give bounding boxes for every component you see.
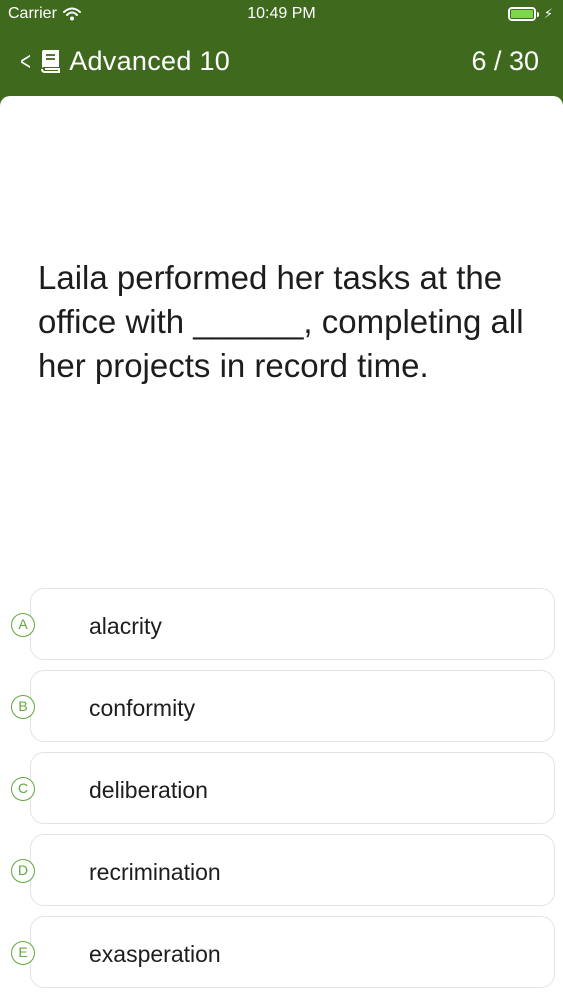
option-letter-badge: B	[11, 695, 35, 719]
option-b-button[interactable]: conformity	[30, 670, 555, 742]
option-label: deliberation	[89, 777, 208, 803]
status-right: ⚡	[507, 6, 553, 22]
nav-title: Advanced 10	[69, 46, 231, 76]
option-a-button[interactable]: alacrity	[30, 588, 555, 660]
option-label: conformity	[89, 695, 196, 721]
status-bar: Carrier 10:49 PM ⚡	[0, 0, 563, 30]
option-letter-badge: E	[11, 941, 35, 965]
option-label: recrimination	[89, 859, 221, 885]
chevron-left-icon[interactable]: <	[20, 46, 31, 76]
option-label: exasperation	[89, 941, 221, 967]
bolt-icon: ⚡	[543, 6, 553, 21]
option-d-button[interactable]: recrimination	[30, 834, 555, 906]
status-time: 10:49 PM	[247, 5, 316, 22]
battery-fill	[510, 10, 533, 18]
option-letter-badge: C	[11, 777, 35, 801]
option-row: deliberation C	[0, 752, 563, 826]
back-button[interactable]: < Advanced 10	[18, 44, 230, 78]
option-row: recrimination D	[0, 834, 563, 908]
book-icon	[39, 49, 61, 73]
battery-icon	[507, 7, 539, 21]
option-letter-badge: A	[11, 613, 35, 637]
question-text: Laila performed her tasks at the office …	[38, 259, 524, 384]
question-card: Laila performed her tasks at the office …	[0, 96, 563, 1000]
answer-options: alacrity A conformity B deliberation C r…	[0, 588, 563, 998]
nav-bar: < Advanced 10 6 / 30	[0, 30, 563, 94]
option-row: alacrity A	[0, 588, 563, 662]
question-counter: 6 / 30	[471, 46, 539, 76]
option-c-button[interactable]: deliberation	[30, 752, 555, 824]
option-row: exasperation E	[0, 916, 563, 990]
option-e-button[interactable]: exasperation	[30, 916, 555, 988]
option-label: alacrity	[89, 613, 162, 639]
option-letter-badge: D	[11, 859, 35, 883]
option-row: conformity B	[0, 670, 563, 744]
